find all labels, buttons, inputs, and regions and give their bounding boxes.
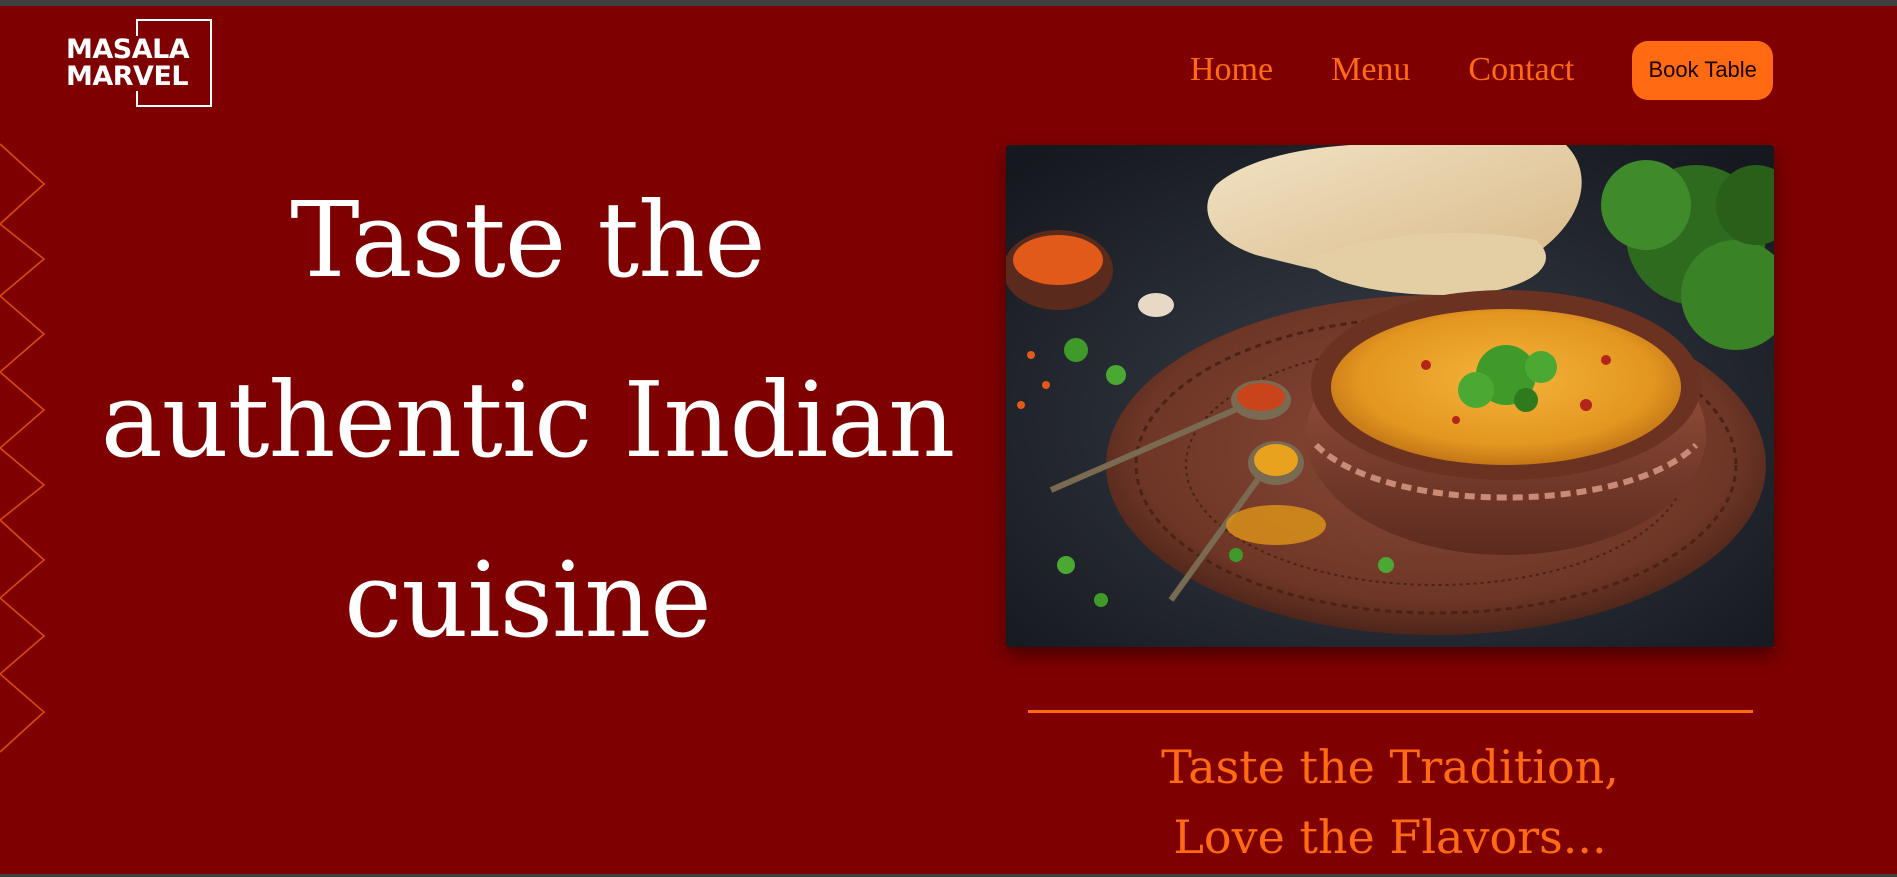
book-table-button[interactable]: Book Table bbox=[1632, 40, 1774, 100]
top-border bbox=[0, 0, 1897, 6]
tagline-line2: Love the Flavors... bbox=[1173, 810, 1607, 864]
hero-tagline: Taste the Tradition, Love the Flavors... bbox=[1006, 732, 1774, 872]
tagline-divider bbox=[1028, 710, 1753, 713]
hero-heading: Taste the authentic Indian cuisine bbox=[100, 179, 956, 661]
nav-link-home[interactable]: Home bbox=[1190, 51, 1273, 89]
brand-logo[interactable]: MASALA MARVEL bbox=[66, 19, 214, 109]
logo-text-line2: MARVEL bbox=[66, 61, 191, 92]
tagline-line1: Taste the Tradition, bbox=[1161, 740, 1619, 794]
hero-food-image bbox=[1006, 145, 1774, 647]
logo-text-line1: MASALA bbox=[66, 34, 192, 65]
main-nav: Home Menu Contact Book Table bbox=[1190, 40, 1774, 100]
zigzag-decoration bbox=[0, 143, 46, 753]
nav-link-menu[interactable]: Menu bbox=[1331, 51, 1410, 89]
nav-link-contact[interactable]: Contact bbox=[1468, 51, 1574, 89]
